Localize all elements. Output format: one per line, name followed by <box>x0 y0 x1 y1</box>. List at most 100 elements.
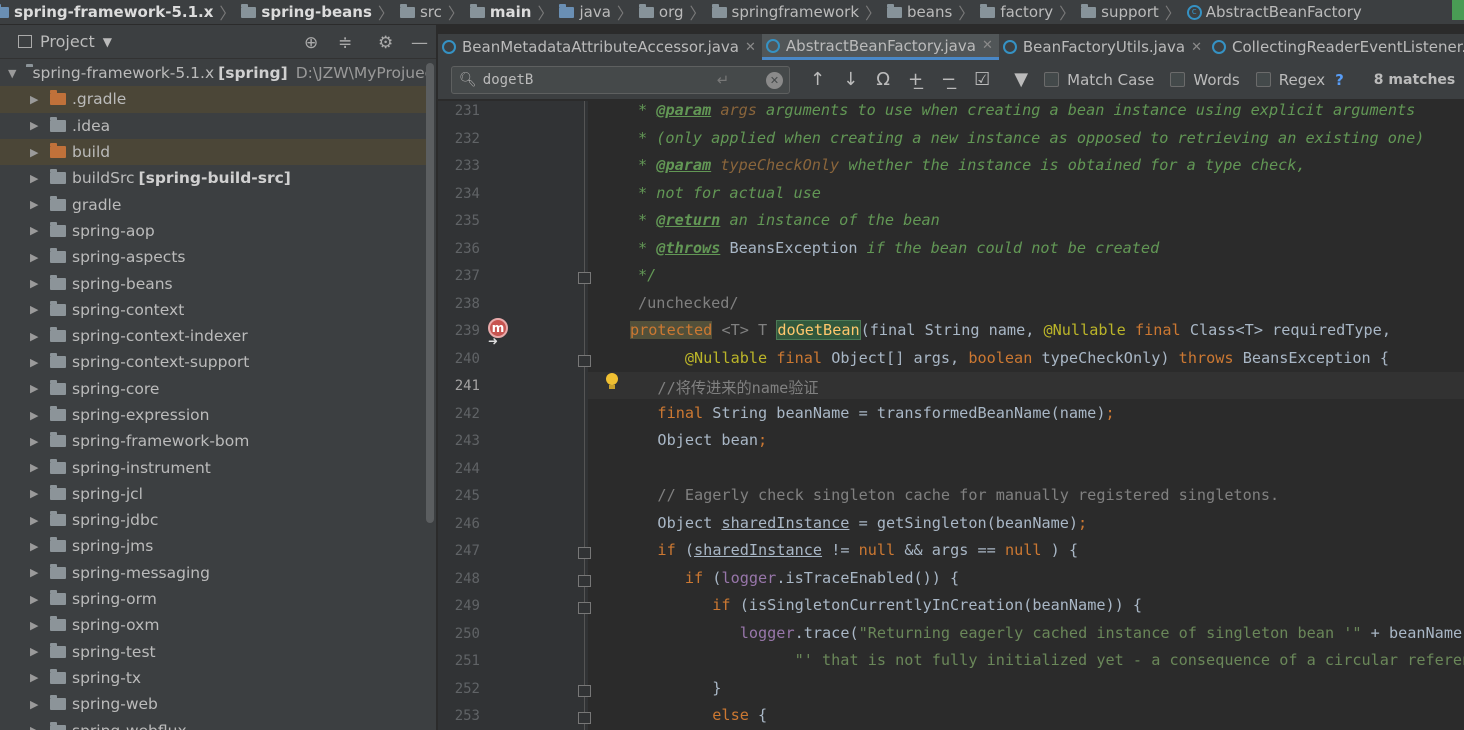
fold-marker-icon[interactable] <box>578 712 591 724</box>
select-all-occurrences-icon[interactable]: ☑ <box>974 69 990 90</box>
breadcrumb-item[interactable]: spring-beans 〉 <box>237 0 396 24</box>
add-selection-icon[interactable]: +̲ <box>908 69 923 90</box>
tree-item[interactable]: ▶ spring-core <box>0 376 430 402</box>
collapsed-arrow-icon[interactable]: ▶ <box>30 303 40 316</box>
tree-item[interactable]: ▶ spring-framework-bom <box>0 428 430 454</box>
intention-bulb-icon[interactable] <box>606 373 618 389</box>
breadcrumb-item[interactable]: c AbstractBeanFactory <box>1183 0 1362 24</box>
project-panel-title[interactable]: Project <box>40 32 95 51</box>
collapsed-arrow-icon[interactable]: ▶ <box>30 593 40 606</box>
close-icon[interactable]: ✕ <box>982 38 993 53</box>
tree-item[interactable]: ▶ spring-aspects <box>0 244 430 270</box>
collapsed-arrow-icon[interactable]: ▶ <box>30 487 40 500</box>
match-case-checkbox[interactable]: Match Case <box>1044 71 1154 89</box>
close-icon[interactable]: ✕ <box>1191 40 1202 55</box>
fold-marker-icon[interactable] <box>578 684 591 697</box>
collapse-all-icon[interactable]: ≑ <box>338 33 352 53</box>
tree-item[interactable]: ▶ spring-tx <box>0 665 430 691</box>
fold-marker-icon[interactable] <box>578 272 591 284</box>
breadcrumb-item[interactable]: support 〉 <box>1077 0 1183 24</box>
tree-item[interactable]: ▶ spring-expression <box>0 402 430 428</box>
collapsed-arrow-icon[interactable]: ▶ <box>30 698 40 711</box>
find-all-occurrences-icon[interactable]: Ω <box>876 69 890 90</box>
tree-item[interactable]: ▶ spring-messaging <box>0 560 430 586</box>
tree-item[interactable]: ▶ spring-context-support <box>0 349 430 375</box>
tree-item[interactable]: ▶ gradle <box>0 191 430 217</box>
collapsed-arrow-icon[interactable]: ▶ <box>30 435 40 448</box>
collapsed-arrow-icon[interactable]: ▶ <box>30 619 40 632</box>
tree-item[interactable]: ▶ spring-web <box>0 691 430 717</box>
tree-root[interactable]: ▼ spring-framework-5.1.x [spring] D:\JZW\My… <box>0 60 430 86</box>
collapsed-arrow-icon[interactable]: ▶ <box>30 330 40 343</box>
collapsed-arrow-icon[interactable]: ▶ <box>30 172 40 185</box>
collapsed-arrow-icon[interactable]: ▶ <box>30 198 40 211</box>
tree-item[interactable]: ▶ .gradle <box>0 86 430 113</box>
breadcrumb-item[interactable]: org 〉 <box>635 0 708 24</box>
gear-icon[interactable]: ⚙ <box>378 33 393 53</box>
collapsed-arrow-icon[interactable]: ▶ <box>30 146 40 159</box>
remove-selection-icon[interactable]: −̲ <box>941 69 956 90</box>
tree-item[interactable]: ▶ spring-test <box>0 639 430 665</box>
clear-search-icon[interactable]: ✕ <box>766 71 783 89</box>
override-arrow-icon[interactable]: ➜ <box>488 334 498 348</box>
project-scrollbar[interactable] <box>426 63 434 523</box>
tree-item[interactable]: ▶ spring-oxm <box>0 612 430 638</box>
fold-marker-icon[interactable] <box>578 354 591 367</box>
words-box[interactable] <box>1170 72 1186 87</box>
search-icon[interactable]: 🔍︎ <box>459 72 477 88</box>
words-checkbox[interactable]: Words <box>1170 71 1240 89</box>
match-case-box[interactable] <box>1044 72 1060 87</box>
editor-gutter[interactable]: 231 232 233 234 235 236 237 238 239 240 241 242 243 2… <box>438 101 588 730</box>
breadcrumb-item[interactable]: springframework 〉 <box>708 0 884 24</box>
breadcrumb-item[interactable]: spring-framework-5.1.x 〉 <box>0 0 237 24</box>
collapsed-arrow-icon[interactable]: ▶ <box>30 671 40 684</box>
tree-item[interactable]: ▶ spring-jcl <box>0 481 430 507</box>
breadcrumb-item[interactable]: src 〉 <box>396 0 466 24</box>
collapsed-arrow-icon[interactable]: ▶ <box>30 540 40 553</box>
collapsed-arrow-icon[interactable]: ▶ <box>30 93 40 106</box>
editor-tab[interactable]: AbstractBeanFactory.java ✕ <box>761 34 999 60</box>
tree-item[interactable]: ▶ spring-context <box>0 297 430 323</box>
breadcrumb-item[interactable]: main 〉 <box>466 0 556 24</box>
next-occurrence-icon[interactable]: ↓ <box>843 69 858 90</box>
tree-item[interactable]: ▶ spring-jms <box>0 533 430 559</box>
breadcrumb-item[interactable]: factory 〉 <box>976 0 1077 24</box>
breadcrumb-item[interactable]: java 〉 <box>555 0 634 24</box>
collapsed-arrow-icon[interactable]: ▶ <box>30 566 40 579</box>
collapsed-arrow-icon[interactable]: ▶ <box>30 409 40 422</box>
previous-occurrence-icon[interactable]: ↑ <box>810 69 825 90</box>
tree-item[interactable]: ▶ spring-instrument <box>0 454 430 480</box>
collapsed-arrow-icon[interactable]: ▶ <box>30 724 40 730</box>
fold-marker-icon[interactable] <box>578 602 591 614</box>
collapsed-arrow-icon[interactable]: ▶ <box>30 277 40 290</box>
tree-item[interactable]: ▶ .idea <box>0 113 430 139</box>
regex-checkbox[interactable]: Regex <box>1255 71 1325 89</box>
collapsed-arrow-icon[interactable]: ▶ <box>30 356 40 369</box>
search-input[interactable] <box>482 71 713 88</box>
collapsed-arrow-icon[interactable]: ▶ <box>30 224 40 237</box>
filter-icon[interactable]: ▼ <box>1014 69 1028 90</box>
tree-item[interactable]: ▶ spring-beans <box>0 270 430 296</box>
locate-icon[interactable]: ⊕ <box>304 33 318 53</box>
collapsed-arrow-icon[interactable]: ▶ <box>30 645 40 658</box>
code-editor[interactable]: 231 232 233 234 235 236 237 238 239 240 241 242 243 2… <box>438 101 1464 730</box>
view-dropdown-icon[interactable]: ▼ <box>103 35 112 49</box>
regex-help-link[interactable]: ? <box>1335 71 1344 89</box>
hide-panel-icon[interactable]: — <box>411 33 428 53</box>
tree-item[interactable]: ▶ spring-aop <box>0 218 430 244</box>
tree-item[interactable]: ▶ build <box>0 138 430 166</box>
tree-item[interactable]: ▶ spring-jdbc <box>0 507 430 533</box>
close-icon[interactable]: ✕ <box>745 40 756 55</box>
tree-item[interactable]: ▶ spring-context-indexer <box>0 323 430 349</box>
tree-item[interactable]: ▶ spring-orm <box>0 586 430 612</box>
tree-item[interactable]: ▶ buildSrc [spring-build-src] <box>0 165 430 191</box>
editor-tab[interactable]: BeanFactoryUtils.java ✕ <box>999 34 1208 60</box>
find-input-box[interactable]: 🔍︎ ↵ ✕ <box>451 65 790 94</box>
fold-marker-icon[interactable] <box>578 574 591 587</box>
fold-marker-icon[interactable] <box>578 547 591 559</box>
new-line-icon[interactable]: ↵ <box>717 71 730 89</box>
editor-tab[interactable]: BeanMetadataAttributeAccessor.java ✕ <box>438 34 762 60</box>
tree-item[interactable]: ▶ spring-webflux <box>0 717 430 730</box>
collapsed-arrow-icon[interactable]: ▶ <box>30 251 40 264</box>
regex-box[interactable] <box>1255 72 1271 87</box>
